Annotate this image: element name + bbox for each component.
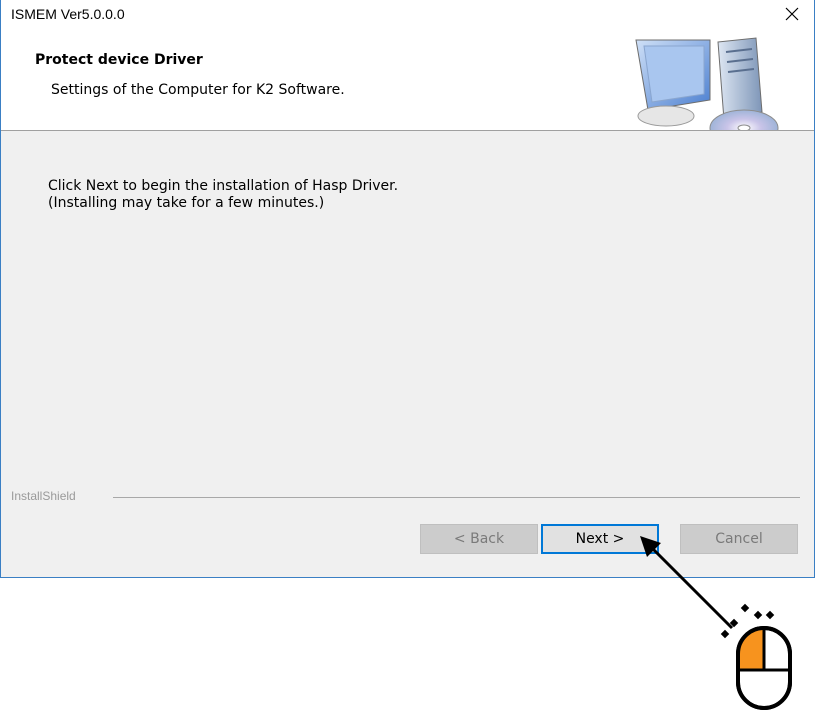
- click-annotation: [640, 536, 792, 710]
- mouse-click-icon: [720, 603, 792, 710]
- arrow-icon: [640, 536, 734, 630]
